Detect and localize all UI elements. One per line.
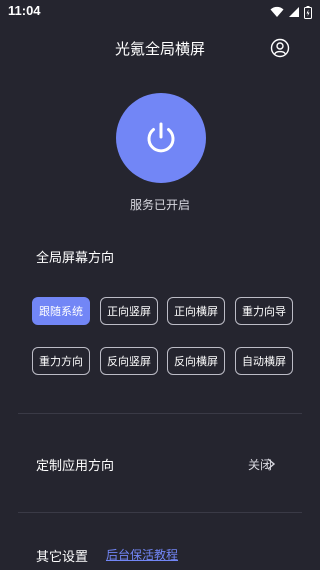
orientation-option-chip[interactable]: 重力方向	[32, 347, 90, 375]
orientation-option-chip[interactable]: 跟随系统	[32, 297, 90, 325]
app-header: 光氪全局横屏	[0, 30, 320, 66]
status-time: 11:04	[8, 3, 41, 18]
power-toggle-button[interactable]	[116, 93, 206, 183]
orientation-option-chip[interactable]: 自动横屏	[235, 347, 293, 375]
power-icon	[147, 122, 175, 153]
battery-icon	[304, 5, 312, 19]
keep-alive-tutorial-link[interactable]: 后台保活教程	[106, 546, 178, 563]
signal-icon	[289, 7, 299, 17]
service-status-text: 服务已开启	[129, 198, 190, 212]
orientation-option-chip[interactable]: 正向竖屏	[100, 297, 158, 325]
orientation-option-chip[interactable]: 重力向导	[235, 297, 293, 325]
chevron-right-icon	[267, 458, 276, 470]
status-icons	[270, 5, 312, 19]
divider	[18, 512, 302, 513]
custom-app-orientation-title: 定制应用方向	[36, 459, 115, 474]
orientation-option-chip[interactable]: 正向横屏	[167, 297, 225, 325]
wifi-icon	[270, 6, 284, 17]
status-bar: 11:04	[0, 0, 320, 24]
orientation-option-chip[interactable]: 反向竖屏	[100, 347, 158, 375]
account-icon	[270, 38, 290, 58]
global-orientation-title: 全局屏幕方向	[36, 251, 115, 266]
account-button[interactable]	[270, 38, 290, 58]
divider	[18, 413, 302, 414]
other-settings-title: 其它设置	[36, 550, 89, 565]
orientation-option-chip[interactable]: 反向横屏	[167, 347, 225, 375]
